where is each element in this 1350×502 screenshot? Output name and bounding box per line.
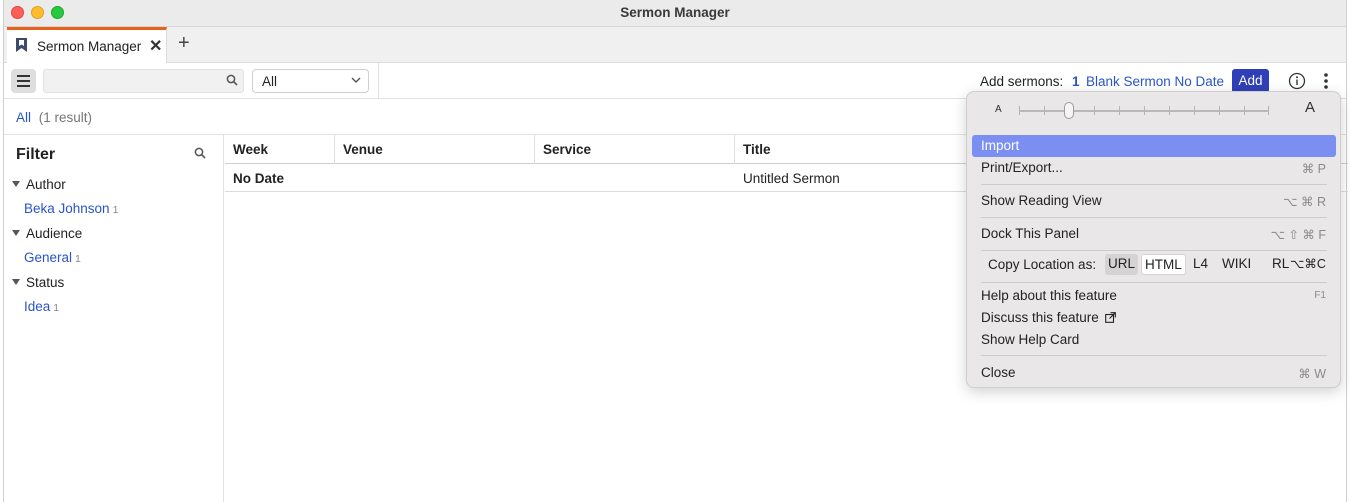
- copy-l4-button[interactable]: L4: [1190, 254, 1211, 275]
- zoom-out-label[interactable]: A: [995, 104, 1002, 115]
- add-button[interactable]: Add: [1232, 69, 1269, 93]
- menu-separator: [981, 184, 1327, 185]
- options-menu: A A Import Print/Export... ⌘ P Show Read…: [966, 91, 1341, 388]
- filter-item-idea[interactable]: Idea 1: [24, 299, 59, 314]
- toolbar-divider: [378, 63, 379, 99]
- slider-tick: [1244, 106, 1245, 115]
- copy-wiki-button[interactable]: WIKI: [1219, 254, 1254, 275]
- help-shortcut: F1: [1314, 290, 1326, 301]
- tab-strip: Sermon Manager ✕ +: [4, 27, 1346, 63]
- search-field[interactable]: [43, 69, 244, 93]
- breadcrumb-all-link[interactable]: All: [16, 110, 31, 125]
- info-icon[interactable]: [1288, 72, 1306, 90]
- slider-tick: [1169, 106, 1170, 115]
- cell-week: No Date: [233, 171, 285, 186]
- title-bar: Sermon Manager: [4, 0, 1346, 27]
- menu-item-close[interactable]: Close: [981, 365, 1016, 380]
- search-icon: [226, 74, 238, 86]
- disclosure-triangle-icon: [12, 279, 20, 285]
- print-shortcut: ⌘ P: [1301, 162, 1326, 176]
- menu-item-print-export[interactable]: Print/Export...: [981, 160, 1063, 175]
- bookmark-icon: [16, 38, 27, 52]
- slider-tick: [1268, 106, 1269, 115]
- discuss-label: Discuss this feature: [981, 310, 1099, 325]
- cell-title: Untitled Sermon: [743, 171, 840, 186]
- menu-separator: [981, 250, 1327, 251]
- filter-search-icon[interactable]: [194, 147, 206, 159]
- menu-item-import-label: Import: [981, 138, 1020, 153]
- hamburger-menu-icon[interactable]: [11, 69, 36, 93]
- filter-group-status[interactable]: Status: [12, 275, 64, 290]
- disclosure-triangle-icon: [12, 230, 20, 236]
- menu-item-discuss[interactable]: Discuss this feature: [981, 310, 1116, 325]
- menu-item-help[interactable]: Help about this feature: [981, 288, 1117, 303]
- filter-title: Filter: [16, 146, 56, 163]
- column-header-week[interactable]: Week: [225, 135, 335, 164]
- zoom-slider-handle[interactable]: [1064, 102, 1074, 119]
- breadcrumb: All (1 result): [16, 110, 92, 125]
- column-header-title[interactable]: Title: [735, 135, 975, 164]
- column-header-service[interactable]: Service: [535, 135, 735, 164]
- slider-tick: [1219, 106, 1220, 115]
- window-title: Sermon Manager: [620, 5, 730, 20]
- filter-item-beka-johnson[interactable]: Beka Johnson 1: [24, 201, 118, 216]
- menu-separator: [981, 355, 1327, 356]
- chevron-down-icon: [351, 77, 361, 83]
- filter-group-author[interactable]: Author: [12, 177, 66, 192]
- new-tab-plus-icon[interactable]: +: [178, 32, 190, 55]
- add-template-link[interactable]: Blank Sermon No Date: [1086, 74, 1224, 89]
- copy-shortcut: ⌥⌘C: [1290, 257, 1326, 271]
- slider-tick: [1194, 106, 1195, 115]
- zoom-in-label[interactable]: A: [1305, 99, 1315, 116]
- menu-item-reading-view[interactable]: Show Reading View: [981, 193, 1102, 208]
- menu-item-dock-panel[interactable]: Dock This Panel: [981, 226, 1079, 241]
- slider-tick: [1119, 106, 1120, 115]
- dock-shortcut: ⌥ ⇧ ⌘ F: [1270, 228, 1326, 242]
- filter-item-general[interactable]: General 1: [24, 250, 81, 265]
- copy-html-button[interactable]: HTML: [1141, 254, 1186, 275]
- menu-item-help-card[interactable]: Show Help Card: [981, 332, 1079, 347]
- copy-location-label: Copy Location as:: [988, 257, 1097, 272]
- reading-view-shortcut: ⌥ ⌘ R: [1283, 195, 1326, 209]
- add-sermons-label: Add sermons:: [980, 74, 1064, 89]
- filter-group-audience[interactable]: Audience: [12, 226, 82, 241]
- add-count[interactable]: 1: [1072, 74, 1080, 89]
- slider-tick: [1094, 106, 1095, 115]
- filter-select-value: All: [262, 74, 278, 89]
- close-shortcut: ⌘ W: [1298, 367, 1326, 381]
- more-options-icon[interactable]: [1323, 72, 1329, 90]
- menu-item-import[interactable]: [972, 135, 1336, 157]
- close-tab-icon[interactable]: ✕: [149, 36, 162, 56]
- external-link-icon: [1104, 312, 1116, 323]
- tab-label: Sermon Manager: [37, 39, 142, 54]
- slider-tick: [1144, 106, 1145, 115]
- filter-sidebar: Filter Author Beka Johnson 1 Audience Gen…: [4, 135, 224, 502]
- menu-separator: [981, 282, 1327, 283]
- tab-sermon-manager[interactable]: Sermon Manager ✕: [7, 27, 167, 63]
- copy-url-button[interactable]: URL: [1105, 254, 1139, 275]
- disclosure-triangle-icon: [12, 181, 20, 187]
- slider-tick: [1019, 106, 1020, 115]
- filter-select[interactable]: All: [252, 69, 369, 93]
- search-input[interactable]: [44, 70, 224, 92]
- slider-tick: [1044, 106, 1045, 115]
- column-header-venue[interactable]: Venue: [335, 135, 535, 164]
- result-count: (1 result): [38, 110, 93, 125]
- menu-separator: [981, 217, 1327, 218]
